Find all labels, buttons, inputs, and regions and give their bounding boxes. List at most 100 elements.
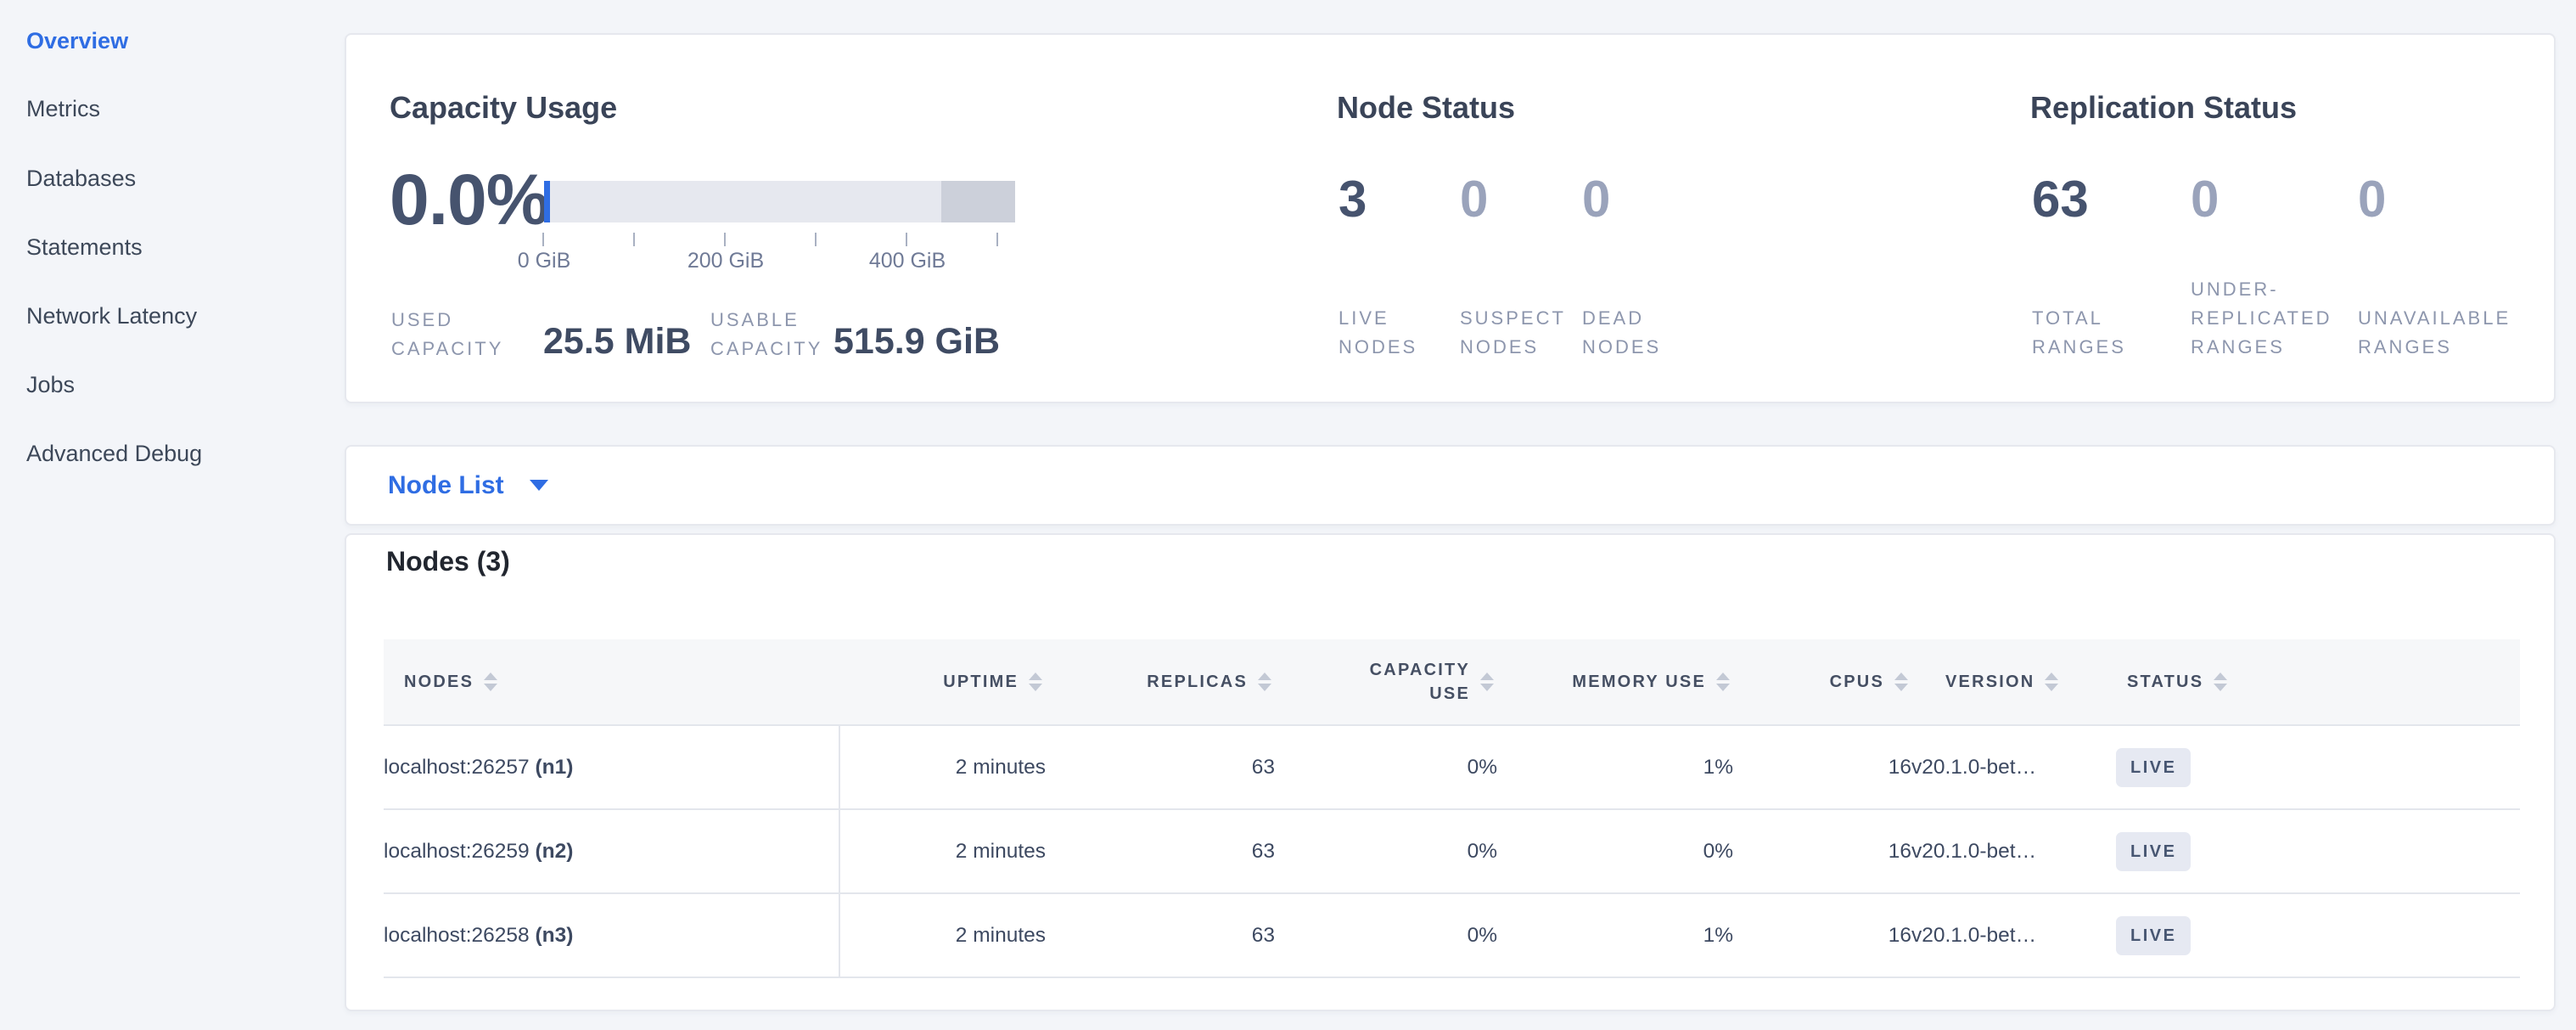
sidebar-item-overview[interactable]: Overview (26, 24, 315, 58)
column-header-status[interactable]: STATUS (2110, 639, 2520, 725)
label-line: DEAD (1582, 304, 1692, 333)
sort-icon (484, 673, 497, 691)
label-line: REPLICATED (2191, 304, 2360, 333)
column-header-memory-use[interactable]: MEMORY USE (1497, 639, 1733, 725)
nodes-table-title: Nodes (3) (386, 543, 510, 579)
axis-tick (633, 233, 635, 246)
node-uptime: 2 minutes (839, 725, 1046, 809)
chevron-down-icon (530, 480, 548, 491)
sidebar-item-statements[interactable]: Statements (26, 230, 315, 264)
node-version: v20.1.0-bet… (1911, 893, 2110, 977)
column-label: REPLICAS (1147, 673, 1248, 692)
sort-icon (1716, 673, 1730, 691)
sidebar-item-databases[interactable]: Databases (26, 161, 315, 195)
suspect-nodes-count: 0 (1460, 173, 1587, 226)
sidebar-item-jobs[interactable]: Jobs (26, 368, 315, 402)
table-row-node-2[interactable]: localhost:26259 (n2) 2 minutes 63 0% 0% … (384, 809, 2520, 893)
node-list-label: Node List (388, 471, 504, 500)
label-line: RANGES (2191, 333, 2360, 362)
usable-capacity-value: 515.9 GiB (833, 321, 1000, 362)
dead-nodes-count: 0 (1582, 173, 1692, 226)
node-id: (n2) (535, 840, 573, 863)
sidebar: Overview Metrics Databases Statements Ne… (0, 0, 340, 1030)
node-address[interactable]: localhost:26259 (384, 840, 530, 863)
axis-tick (815, 233, 817, 246)
node-address[interactable]: localhost:26257 (384, 756, 530, 779)
label-line: LIVE (1339, 304, 1453, 333)
column-label: CPUS (1830, 673, 1884, 692)
column-header-capacity-use[interactable]: CAPACITY USE (1275, 639, 1497, 725)
live-nodes-stat: 3 LIVE NODES (1339, 173, 1453, 362)
label-line: SUSPECT (1460, 304, 1587, 333)
sort-icon (1894, 673, 1908, 691)
cluster-summary-card: Capacity Usage 0.0% 0 GiB 200 GiB 400 Gi… (345, 33, 2556, 403)
used-capacity-label: USED CAPACITY (391, 306, 503, 363)
used-capacity-value: 25.5 MiB (543, 321, 691, 362)
node-uptime: 2 minutes (839, 893, 1046, 977)
usable-capacity-label: USABLE CAPACITY (710, 306, 822, 363)
axis-label-0: 0 GiB (518, 249, 571, 273)
node-address[interactable]: localhost:26258 (384, 924, 530, 947)
axis-tick (906, 233, 907, 246)
label-line: RANGES (2358, 333, 2553, 362)
capacity-used-segment (544, 181, 550, 222)
node-status-title: Node Status (1337, 89, 1515, 127)
live-nodes-label: LIVE NODES (1339, 304, 1453, 362)
axis-label-400: 400 GiB (869, 249, 946, 273)
node-replicas: 63 (1046, 893, 1275, 977)
total-ranges-label: TOTAL RANGES (2032, 304, 2185, 362)
status-badge: LIVE (2116, 748, 2191, 787)
column-label: UPTIME (943, 673, 1019, 692)
sidebar-item-advanced-debug[interactable]: Advanced Debug (26, 436, 315, 470)
under-replicated-ranges-stat: 0 UNDER- REPLICATED RANGES (2191, 173, 2360, 362)
capacity-used-percent: 0.0% (390, 164, 548, 235)
sidebar-item-metrics[interactable]: Metrics (26, 92, 315, 126)
suspect-nodes-label: SUSPECT NODES (1460, 304, 1587, 362)
node-memory-use: 0% (1497, 809, 1733, 893)
sort-icon (1029, 673, 1042, 691)
label-line: NODES (1339, 333, 1453, 362)
label-line: RANGES (2032, 333, 2185, 362)
label-line: USABLE (710, 306, 822, 335)
node-cpus: 16 (1733, 893, 1911, 977)
column-header-version[interactable]: VERSION (1911, 639, 2110, 725)
node-capacity-use: 0% (1275, 809, 1497, 893)
under-replicated-count: 0 (2191, 173, 2360, 226)
unavailable-count: 0 (2358, 173, 2553, 226)
node-id: (n1) (535, 756, 573, 779)
dead-nodes-label: DEAD NODES (1582, 304, 1692, 362)
capacity-usage-title: Capacity Usage (390, 89, 617, 127)
node-memory-use: 1% (1497, 893, 1733, 977)
sidebar-item-network-latency[interactable]: Network Latency (26, 299, 315, 333)
column-label: STATUS (2127, 673, 2203, 692)
table-row-node-3[interactable]: localhost:26258 (n3) 2 minutes 63 0% 1% … (384, 893, 2520, 977)
column-header-nodes[interactable]: NODES (384, 639, 839, 725)
capacity-other-segment (941, 181, 1015, 222)
axis-label-200: 200 GiB (687, 249, 764, 273)
nodes-table: NODES UPTIME REPLICAS CAPACITY USE MEMOR… (384, 639, 2520, 978)
node-list-dropdown[interactable]: Node List (388, 447, 548, 524)
label-line: CAPACITY (391, 335, 503, 363)
replication-status-title: Replication Status (2030, 89, 2297, 127)
unavailable-ranges-stat: 0 UNAVAILABLE RANGES (2358, 173, 2553, 362)
node-memory-use: 1% (1497, 725, 1733, 809)
axis-tick (542, 233, 544, 246)
unavailable-label: UNAVAILABLE RANGES (2358, 304, 2553, 362)
axis-tick (996, 233, 998, 246)
under-replicated-label: UNDER- REPLICATED RANGES (2191, 275, 2360, 362)
column-header-uptime[interactable]: UPTIME (839, 639, 1046, 725)
capacity-usage-bar (544, 181, 1015, 222)
label-line: CAPACITY (710, 335, 822, 363)
label-line: USED (391, 306, 503, 335)
suspect-nodes-stat: 0 SUSPECT NODES (1460, 173, 1587, 362)
node-uptime: 2 minutes (839, 809, 1046, 893)
live-nodes-count: 3 (1339, 173, 1453, 226)
column-header-cpus[interactable]: CPUS (1733, 639, 1911, 725)
dead-nodes-stat: 0 DEAD NODES (1582, 173, 1692, 362)
table-row-node-1[interactable]: localhost:26257 (n1) 2 minutes 63 0% 1% … (384, 725, 2520, 809)
column-label: VERSION (1945, 673, 2034, 692)
label-line: UNAVAILABLE (2358, 304, 2553, 333)
label-line: NODES (1582, 333, 1692, 362)
node-version: v20.1.0-bet… (1911, 725, 2110, 809)
column-header-replicas[interactable]: REPLICAS (1046, 639, 1275, 725)
